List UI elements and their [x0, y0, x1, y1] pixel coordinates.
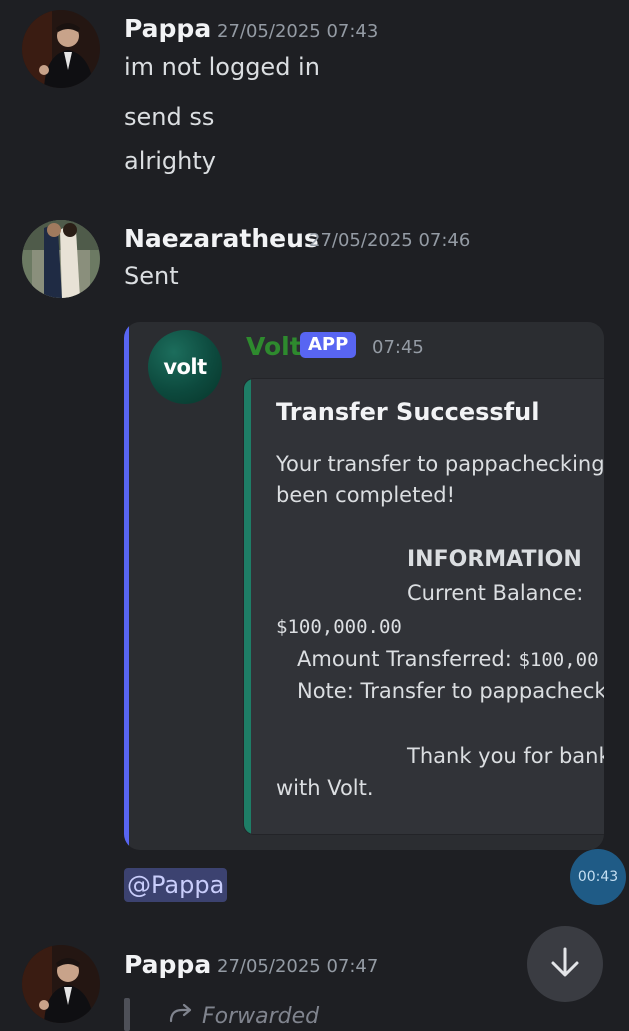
balance-label: Current Balance: [407, 581, 584, 605]
avatar-naezaratheus[interactable] [22, 220, 100, 298]
bot-embed: volt Volt APP 07:45 Transfer Successful … [124, 322, 604, 850]
arrow-down-icon [547, 944, 583, 984]
balance-value: $100,000.00 [276, 616, 402, 638]
app-badge: APP [300, 332, 357, 358]
message-text: im not logged in [124, 53, 320, 81]
amount-value: $100,00 [518, 649, 599, 671]
forward-arrow-icon [168, 1003, 194, 1029]
bot-name[interactable]: Volt [246, 332, 302, 362]
message-timestamp: 27/05/2025 07:43 [217, 21, 379, 42]
card-accent-bar [244, 379, 251, 834]
embed-timestamp: 07:45 [372, 337, 424, 358]
info-heading: INFORMATION [407, 547, 582, 572]
time-bubble: 00:43 [570, 849, 626, 905]
avatar-pappa[interactable] [22, 10, 100, 88]
card-body-line: been completed! [276, 483, 455, 507]
embed-accent-bar [124, 322, 129, 850]
forwarded-label-row: Forwarded [168, 1003, 319, 1029]
message-text: Sent [124, 262, 179, 290]
avatar-pappa[interactable] [22, 945, 100, 1023]
card-body-line: Your transfer to pappachecking [276, 452, 604, 476]
amount-line: Amount Transferred: $100,00 [297, 645, 599, 674]
scroll-to-bottom-button[interactable] [527, 926, 603, 1002]
card-title: Transfer Successful [276, 398, 540, 426]
message-timestamp: 27/05/2025 07:46 [309, 230, 471, 251]
message-author[interactable]: Naezaratheus [124, 224, 319, 254]
note-line: Note: Transfer to pappacheck [297, 679, 604, 703]
volt-logo[interactable]: volt [148, 330, 222, 404]
thanks-line: Thank you for bank [407, 744, 604, 768]
message-timestamp: 27/05/2025 07:47 [217, 956, 379, 977]
message-text: alrighty [124, 147, 216, 175]
forward-quote-bar [124, 998, 130, 1031]
forwarded-label: Forwarded [202, 1003, 320, 1029]
message-text: send ss [124, 103, 215, 131]
message-author[interactable]: Pappa [124, 950, 211, 980]
thanks-line: with Volt. [276, 776, 374, 800]
user-mention[interactable]: @Pappa [124, 868, 228, 902]
message-author[interactable]: Pappa [124, 14, 211, 44]
amount-label: Amount Transferred: [297, 647, 519, 671]
